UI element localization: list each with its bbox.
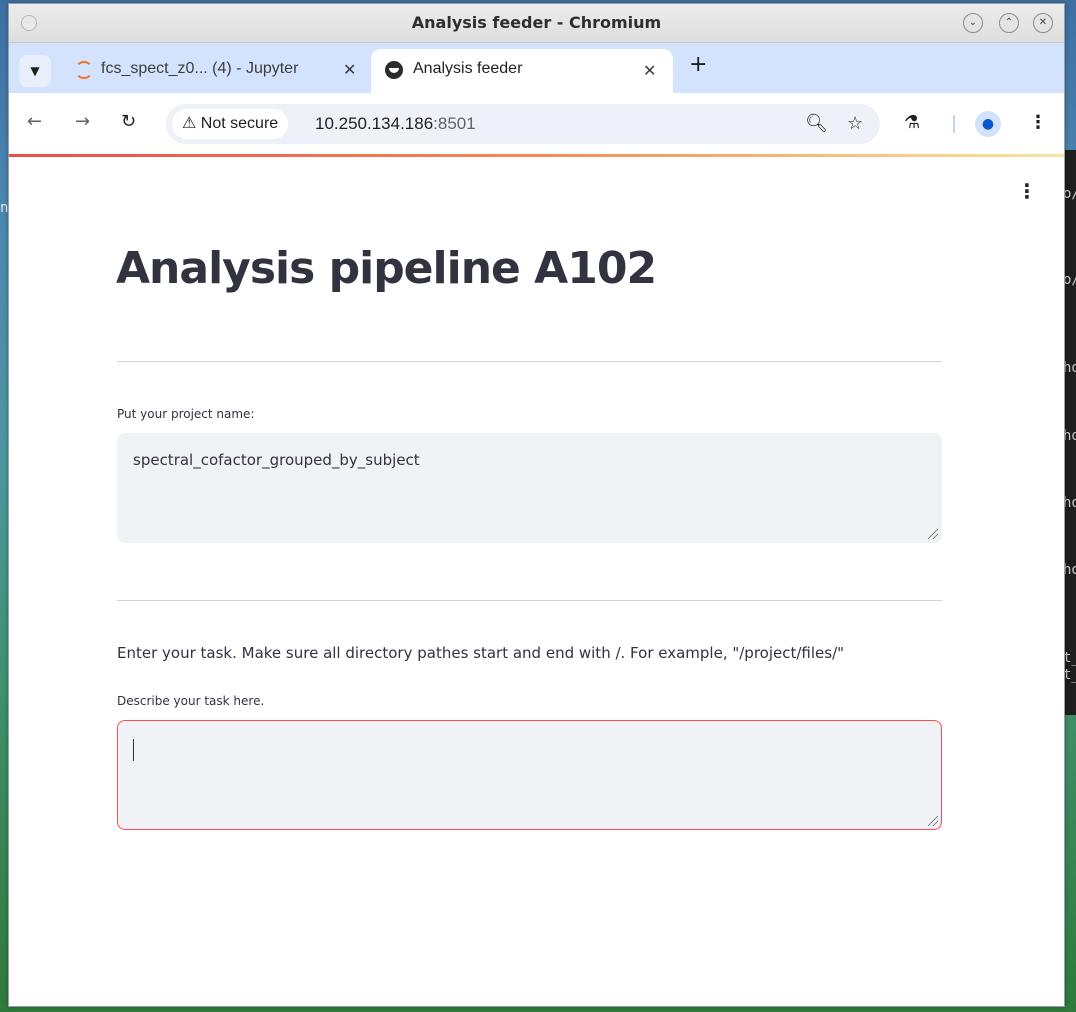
- browser-menu-kebab-icon[interactable]: ⋮: [1029, 112, 1047, 133]
- security-chip-label: Not secure: [200, 115, 279, 132]
- bookmark-star-icon[interactable]: ☆: [847, 113, 863, 134]
- close-tab-icon[interactable]: ✕: [343, 60, 356, 79]
- profile-avatar-icon[interactable]: ●: [975, 111, 1001, 137]
- tab-jupyter[interactable]: fcs_spect_z0... (4) - Jupyter ✕: [65, 53, 365, 87]
- tab-label: Analysis feeder: [413, 60, 523, 77]
- app-menu-kebab-icon[interactable]: ⋮: [1017, 179, 1037, 203]
- url-port: :8501: [433, 114, 476, 133]
- resize-grip-icon[interactable]: [928, 529, 938, 539]
- close-window-button[interactable]: ✕: [1033, 13, 1053, 33]
- project-name-label: Put your project name:: [117, 407, 255, 421]
- window-title: Analysis feeder - Chromium: [411, 13, 662, 32]
- window-titlebar[interactable]: Analysis feeder - Chromium ⌄ ⌃ ✕: [9, 4, 1064, 43]
- browser-window: Analysis feeder - Chromium ⌄ ⌃ ✕ ▼ fcs_s…: [8, 3, 1065, 1007]
- url-text[interactable]: 10.250.134.186:8501: [315, 114, 476, 134]
- resize-grip-icon[interactable]: [928, 816, 938, 826]
- labs-flask-icon[interactable]: ⚗: [904, 112, 920, 133]
- reload-icon[interactable]: ↻: [121, 111, 136, 132]
- tab-label: fcs_spect_z0... (4) - Jupyter: [101, 60, 299, 77]
- url-host: 10.250.134.186: [315, 114, 434, 133]
- maximize-button[interactable]: ⌃: [999, 13, 1019, 33]
- project-name-value: spectral_cofactor_grouped_by_subject: [133, 451, 420, 469]
- close-tab-icon[interactable]: ✕: [643, 61, 656, 80]
- text-caret: [133, 739, 134, 761]
- warning-triangle-icon: ⚠: [182, 115, 197, 132]
- tab-analysis-feeder[interactable]: Analysis feeder ✕: [371, 49, 673, 94]
- streamlit-icon: [385, 61, 403, 79]
- page-content: ⋮ Analysis pipeline A102 Put your projec…: [9, 157, 1064, 1006]
- divider: [117, 361, 942, 362]
- back-arrow-icon[interactable]: ←: [27, 111, 42, 132]
- browser-toolbar: ← → ↻ ⚠ Not secure 10.250.134.186:8501 🔍…: [9, 93, 1064, 155]
- toolbar-separator: [953, 115, 955, 133]
- tab-strip: ▼ fcs_spect_z0... (4) - Jupyter ✕ Analys…: [9, 43, 1064, 94]
- minimize-button[interactable]: ⌄: [963, 13, 983, 33]
- security-chip[interactable]: ⚠ Not secure: [172, 109, 289, 139]
- zoom-magnifier-icon[interactable]: 🔍︎: [805, 113, 828, 134]
- tab-search-chevron-icon[interactable]: ▼: [19, 55, 51, 87]
- task-description-label: Describe your task here.: [117, 694, 265, 708]
- jupyter-icon: [75, 61, 93, 79]
- page-title: Analysis pipeline A102: [116, 243, 657, 294]
- forward-arrow-icon[interactable]: →: [75, 111, 90, 132]
- task-description-textarea[interactable]: [117, 720, 942, 830]
- project-name-textarea[interactable]: spectral_cofactor_grouped_by_subject: [117, 433, 942, 543]
- new-tab-plus-icon[interactable]: +: [689, 52, 707, 77]
- address-bar[interactable]: ⚠ Not secure 10.250.134.186:8501 🔍︎ ☆: [166, 104, 880, 144]
- task-instruction-text: Enter your task. Make sure all directory…: [117, 644, 845, 662]
- divider: [117, 600, 942, 601]
